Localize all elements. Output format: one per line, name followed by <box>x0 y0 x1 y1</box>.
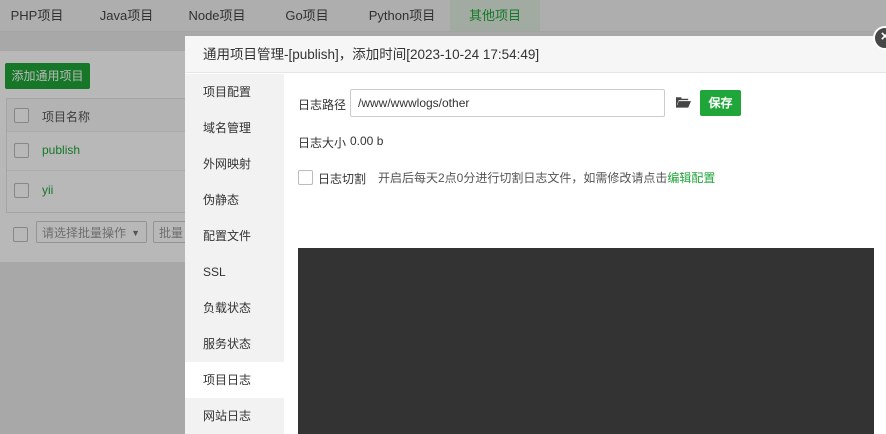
sidebar-item-service-status[interactable]: 服务状态 <box>185 326 284 362</box>
dialog-title: 通用项目管理-[publish]，添加时间[2023-10-24 17:54:4… <box>185 36 886 73</box>
sidebar-item-site-log[interactable]: 网站日志 <box>185 398 284 434</box>
folder-open-icon[interactable] <box>676 96 691 109</box>
sidebar-item-rewrite[interactable]: 伪静态 <box>185 182 284 218</box>
save-button[interactable]: 保存 <box>700 90 741 116</box>
log-split-description: 开启后每天2点0分进行切割日志文件，如需修改请点击编辑配置 <box>378 169 715 186</box>
sidebar-item-ssl[interactable]: SSL <box>185 254 284 290</box>
edit-config-link[interactable]: 编辑配置 <box>667 171 715 185</box>
project-log-panel: 日志路径 保存 日志大小 0.00 b 日志切割 开启后每天2点0分进行切割日志… <box>284 74 886 434</box>
log-size-value: 0.00 b <box>350 134 384 148</box>
log-split-checkbox[interactable] <box>298 170 313 185</box>
log-output-area[interactable] <box>298 248 874 434</box>
log-split-desc-text: 开启后每天2点0分进行切割日志文件，如需修改请点击 <box>378 171 668 185</box>
sidebar-item-domain[interactable]: 域名管理 <box>185 110 284 146</box>
project-manage-dialog: 通用项目管理-[publish]，添加时间[2023-10-24 17:54:4… <box>185 36 886 434</box>
sidebar-item-project-log[interactable]: 项目日志 <box>185 362 284 398</box>
dialog-sidebar: 项目配置 域名管理 外网映射 伪静态 配置文件 SSL 负载状态 服务状态 项目… <box>185 74 284 434</box>
log-split-label: 日志切割 <box>318 172 367 186</box>
sidebar-item-load-status[interactable]: 负载状态 <box>185 290 284 326</box>
log-size-label: 日志大小 <box>298 136 347 150</box>
log-path-label: 日志路径 <box>298 98 347 112</box>
log-path-input[interactable] <box>350 89 665 117</box>
sidebar-item-config-file[interactable]: 配置文件 <box>185 218 284 254</box>
sidebar-item-project-config[interactable]: 项目配置 <box>185 74 284 110</box>
sidebar-item-port-mapping[interactable]: 外网映射 <box>185 146 284 182</box>
